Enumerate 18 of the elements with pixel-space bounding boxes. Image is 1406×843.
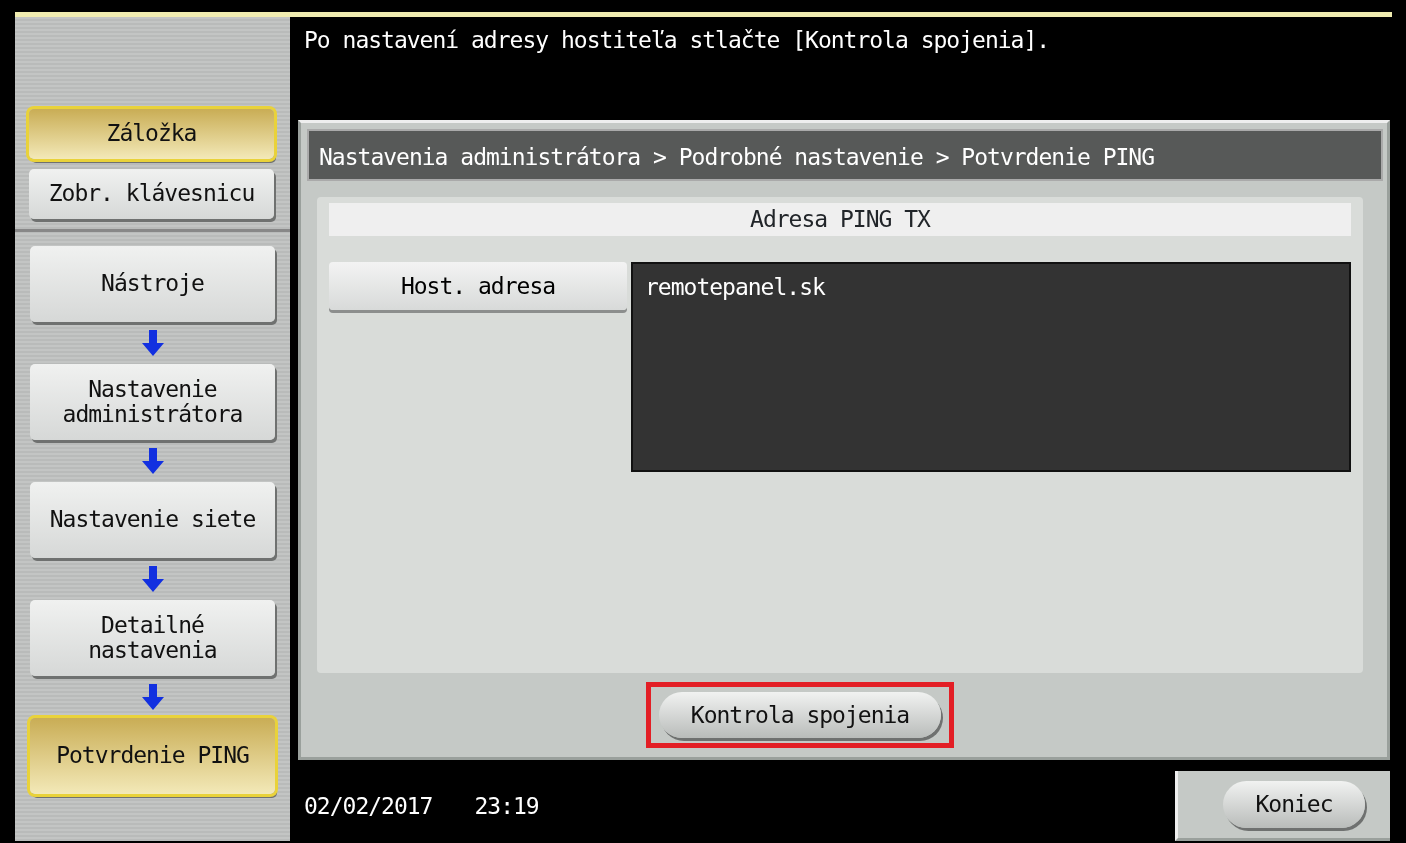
host-address-field[interactable]: remotepanel.sk bbox=[631, 262, 1351, 472]
breadcrumb: Nastavenia administrátora > Podrobné nastavenie > Potvrdenie PING bbox=[307, 129, 1383, 181]
time-text: 23:19 bbox=[474, 791, 539, 821]
menu-path-button[interactable]: Nástroje bbox=[30, 246, 275, 322]
menu-path-button[interactable]: Nastavenie administrátora bbox=[30, 364, 275, 440]
down-arrow-icon bbox=[140, 330, 165, 356]
down-arrow-icon bbox=[140, 448, 165, 474]
end-button[interactable]: Koniec bbox=[1223, 781, 1365, 828]
check-connection-button[interactable]: Kontrola spojenia bbox=[658, 691, 942, 739]
menu-path-button[interactable]: Detailné nastavenia bbox=[30, 600, 275, 676]
menu-path-button[interactable]: Nastavenie siete bbox=[30, 482, 275, 558]
down-arrow-icon bbox=[140, 684, 165, 710]
section-title: Adresa PING TX bbox=[329, 203, 1351, 236]
date-text: 02/02/2017 bbox=[304, 791, 433, 821]
keyboard-button[interactable]: Zobr. klávesnicu bbox=[29, 169, 274, 219]
host-address-button[interactable]: Host. adresa bbox=[329, 262, 627, 310]
instruction-text: Po nastavení adresy hostiteľa stlačte [Kontrola spojenia]. bbox=[303, 26, 1051, 55]
down-arrow-icon bbox=[140, 566, 165, 592]
